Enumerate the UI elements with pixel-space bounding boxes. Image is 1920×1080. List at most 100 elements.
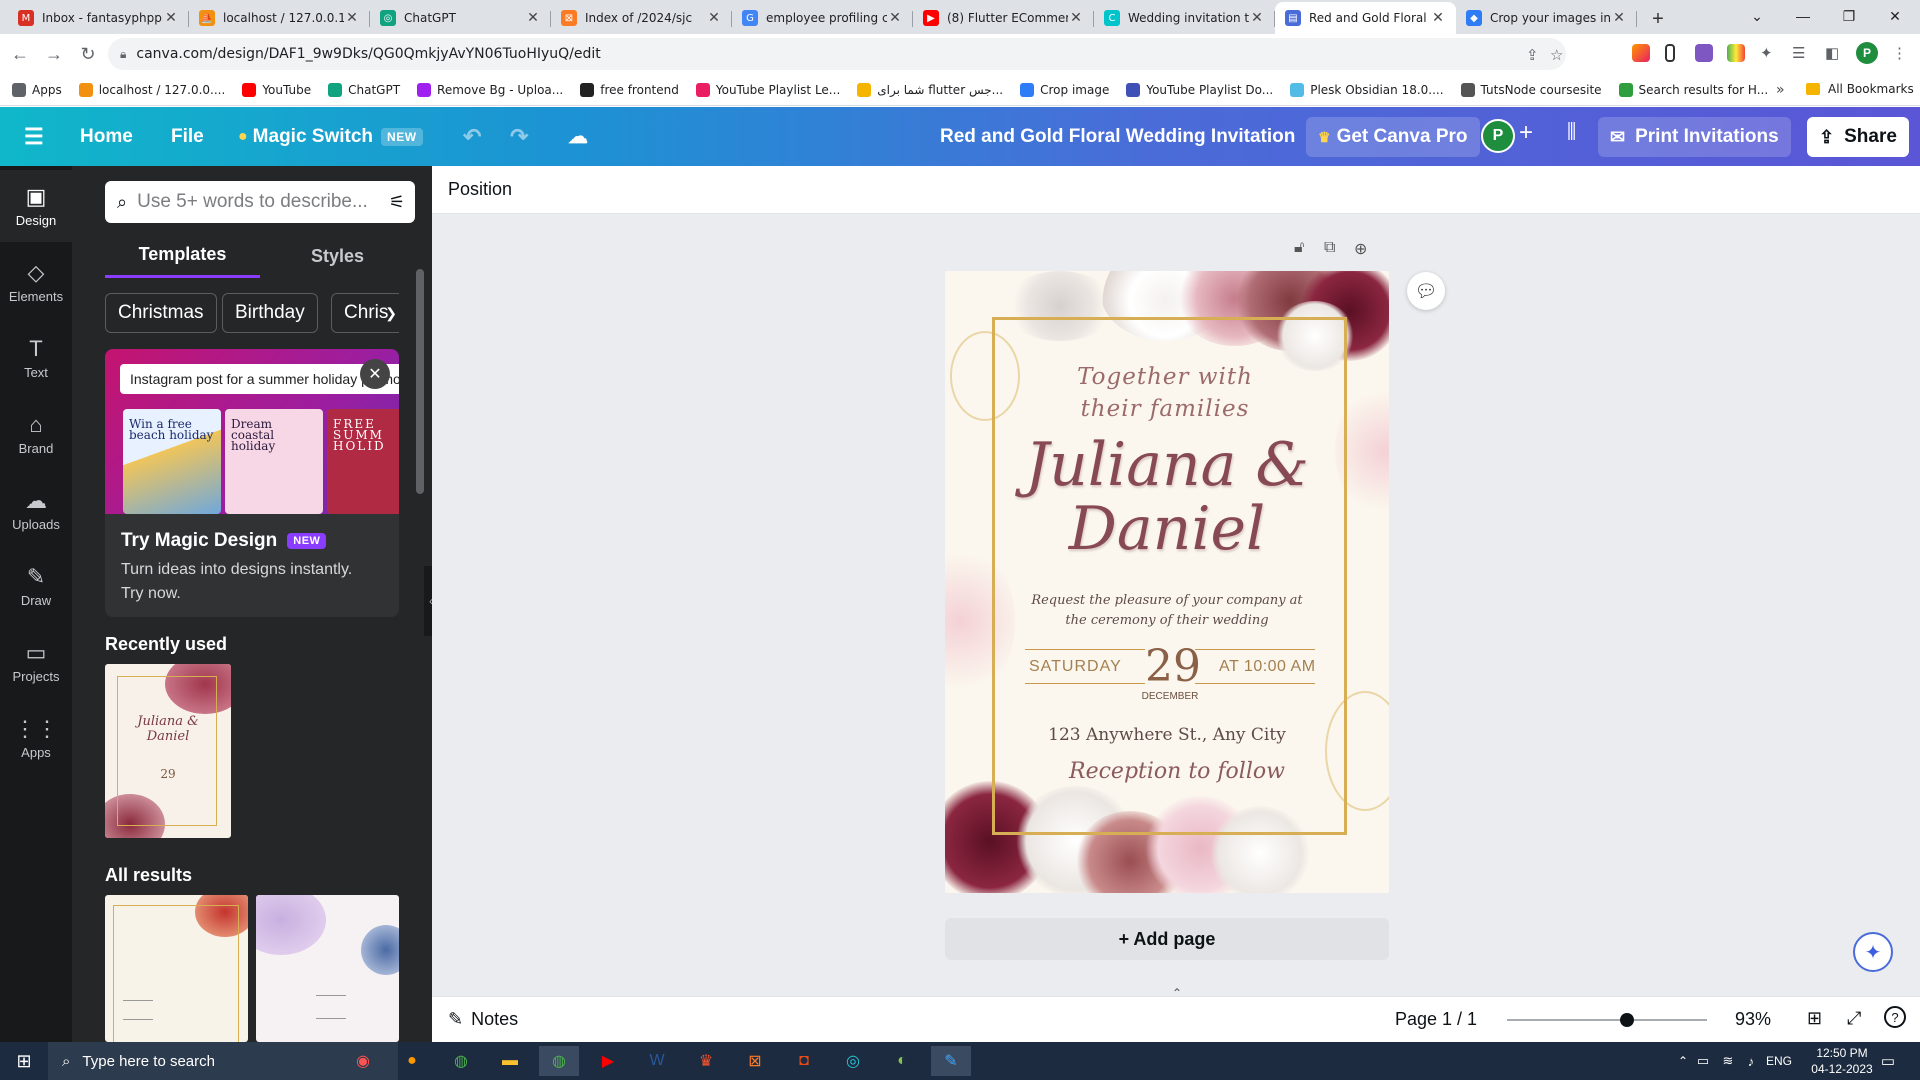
address-text[interactable]: 123 Anywhere St., Any City	[945, 725, 1389, 745]
hamburger-menu-icon[interactable]: ☰	[24, 107, 44, 166]
chevron-right-icon[interactable]: ❯	[385, 305, 397, 322]
minimize-button[interactable]: —	[1780, 0, 1826, 32]
bookmark-item[interactable]: localhost / 127.0.0....	[78, 82, 225, 97]
get-canva-pro-button[interactable]: ♛ Get Canva Pro	[1306, 117, 1480, 157]
request-text[interactable]: Request the pleasure of your company at t…	[945, 591, 1389, 631]
brave-icon[interactable]: ♛	[686, 1046, 726, 1076]
panel-scrollbar[interactable]	[416, 261, 424, 991]
app-icon[interactable]: ◘	[784, 1046, 824, 1076]
magic-switch-button[interactable]: ● Magic Switch NEW	[238, 107, 423, 166]
month-text[interactable]: DECEMBER	[1140, 691, 1200, 702]
browser-tab[interactable]: ▶ (8) Flutter ECommerc ✕	[913, 2, 1094, 34]
template-search-input[interactable]: ⌕ Use 5+ words to describe... ⚟	[105, 181, 415, 223]
reload-icon[interactable]: ↻	[74, 40, 102, 68]
bookmark-item[interactable]: Remove Bg - Uploa...	[417, 82, 563, 97]
bookmark-item[interactable]: Search results for H...	[1618, 82, 1768, 97]
chrome-menu-icon[interactable]: ⋮	[1892, 44, 1907, 62]
close-tab-icon[interactable]: ✕	[887, 10, 903, 26]
intro-text[interactable]: Together with their families	[945, 361, 1387, 425]
rail-item-projects[interactable]: ▭ Projects	[0, 626, 72, 698]
scrollbar-thumb[interactable]	[416, 269, 424, 494]
canvas-scrollbar[interactable]	[1902, 214, 1916, 996]
browser-tab[interactable]: M Inbox - fantasyphppr ✕	[8, 2, 189, 34]
document-title[interactable]: Red and Gold Floral Wedding Invitation	[940, 107, 1295, 166]
rail-item-elements[interactable]: ◇ Elements	[0, 246, 72, 318]
file-explorer-icon[interactable]: ▬	[490, 1046, 530, 1076]
youtube-icon[interactable]: ▶	[588, 1046, 628, 1076]
bookmark-item[interactable]: YouTube Playlist Do...	[1126, 82, 1273, 97]
extension-purple-icon[interactable]	[1695, 44, 1713, 62]
bookmark-item[interactable]: Crop image	[1020, 82, 1109, 97]
add-collaborator-icon[interactable]: +	[1519, 119, 1533, 147]
close-tab-icon[interactable]: ✕	[163, 10, 179, 26]
recent-template-thumbnail[interactable]: Juliana & Daniel 29	[105, 664, 231, 838]
browser-tab[interactable]: ◆ Crop your images in s ✕	[1456, 2, 1637, 34]
result-template-thumbnail-1[interactable]	[105, 895, 248, 1042]
add-page-button[interactable]: + Add page	[945, 918, 1389, 960]
profile-avatar[interactable]: P	[1856, 42, 1878, 64]
share-button[interactable]: ⇪ Share	[1807, 117, 1909, 157]
firefox-icon[interactable]: ●	[392, 1046, 432, 1076]
couple-names[interactable]: Juliana & Daniel	[945, 433, 1389, 561]
word-icon[interactable]: W	[637, 1046, 677, 1076]
close-tab-icon[interactable]: ✕	[1611, 10, 1627, 26]
invitation-page[interactable]: Together with their families Juliana & Dan…	[945, 271, 1389, 893]
close-tab-icon[interactable]: ✕	[706, 10, 722, 26]
new-tab-button[interactable]: +	[1643, 4, 1673, 34]
close-window-button[interactable]: ✕	[1872, 0, 1918, 32]
volume-icon[interactable]: ♪	[1731, 1046, 1771, 1076]
day-text[interactable]: SATURDAY	[1029, 658, 1122, 676]
all-bookmarks-folder[interactable]: All Bookmarks	[1806, 82, 1914, 96]
back-icon[interactable]: ←	[6, 40, 34, 68]
reception-text[interactable]: Reception to follow	[955, 759, 1389, 784]
filter-icon[interactable]: ⚟	[389, 192, 405, 213]
bookmark-item[interactable]: شما برای flutter جس...	[857, 82, 1003, 97]
url-text[interactable]: canva.com/design/DAF1_9w9Dks/QG0QmkjyAvY…	[136, 46, 600, 62]
position-button[interactable]: Position	[448, 179, 512, 200]
paint-app-icon[interactable]: ✎	[931, 1046, 971, 1076]
undo-icon[interactable]: ↶	[463, 107, 481, 166]
grid-view-icon[interactable]: ⊞	[1807, 1008, 1822, 1029]
tab-styles[interactable]: Styles	[260, 234, 415, 278]
extension-phone-icon[interactable]	[1665, 44, 1675, 62]
browser-tab[interactable]: ◎ ChatGPT ✕	[370, 2, 551, 34]
tab-search-icon[interactable]: ⌄	[1734, 0, 1780, 32]
add-comment-icon[interactable]: 💬︎	[1407, 272, 1445, 310]
rail-item-draw[interactable]: ✎ Draw	[0, 550, 72, 622]
bookmark-item[interactable]: Apps	[12, 82, 62, 97]
time-text[interactable]: AT 10:00 AM	[1219, 658, 1316, 676]
bookmark-item[interactable]: ChatGPT	[328, 82, 400, 97]
result-template-thumbnail-2[interactable]	[256, 895, 399, 1042]
chrome-icon[interactable]: ◍	[441, 1046, 481, 1076]
bookmark-star-icon[interactable]: ☆	[1550, 46, 1563, 64]
browser-tab[interactable]: ⛵ localhost / 127.0.0.1 /✕	[189, 2, 370, 34]
extension-pen-icon[interactable]	[1632, 44, 1650, 62]
add-page-icon[interactable]: ⊕	[1354, 239, 1367, 259]
extension-color-icon[interactable]	[1727, 44, 1745, 62]
close-tab-icon[interactable]: ✕	[1249, 10, 1265, 26]
restore-button[interactable]: ❐	[1826, 0, 1872, 32]
analytics-icon[interactable]: ⫼	[1567, 121, 1576, 144]
bookmark-item[interactable]: YouTube Playlist Le...	[695, 82, 840, 97]
print-invitations-button[interactable]: ✉ Print Invitations	[1598, 117, 1791, 157]
close-tab-icon[interactable]: ✕	[344, 10, 360, 26]
zoom-percentage[interactable]: 93%	[1735, 1009, 1771, 1030]
close-tab-icon[interactable]: ✕	[1068, 10, 1084, 26]
xampp-icon[interactable]: ⊠	[735, 1046, 775, 1076]
browser-tab[interactable]: ▤ Red and Gold Floral V ✕	[1275, 2, 1456, 34]
page-indicator[interactable]: Page 1 / 1	[1395, 1009, 1477, 1030]
notes-button[interactable]: ✎ Notes	[448, 1009, 518, 1030]
magic-design-card[interactable]: Instagram post for a summer holiday prom…	[105, 349, 399, 617]
eye-app-icon[interactable]: ◎	[833, 1046, 873, 1076]
cloud-saved-icon[interactable]: ☁	[568, 107, 588, 166]
tab-templates[interactable]: Templates	[105, 234, 260, 278]
bookmark-item[interactable]: YouTube	[242, 82, 311, 97]
extensions-puzzle-icon[interactable]: ✦	[1760, 44, 1773, 62]
browser-tab[interactable]: C Wedding invitation te ✕	[1094, 2, 1275, 34]
browser-tab[interactable]: Gemployee profiling c ✕	[732, 2, 913, 34]
duplicate-page-icon[interactable]: ⧉	[1324, 239, 1335, 257]
rail-item-text[interactable]: T Text	[0, 322, 72, 394]
chrome-active-icon[interactable]: ◍	[539, 1046, 579, 1076]
file-menu-button[interactable]: File	[171, 107, 204, 166]
rail-item-uploads[interactable]: ☁ Uploads	[0, 474, 72, 546]
